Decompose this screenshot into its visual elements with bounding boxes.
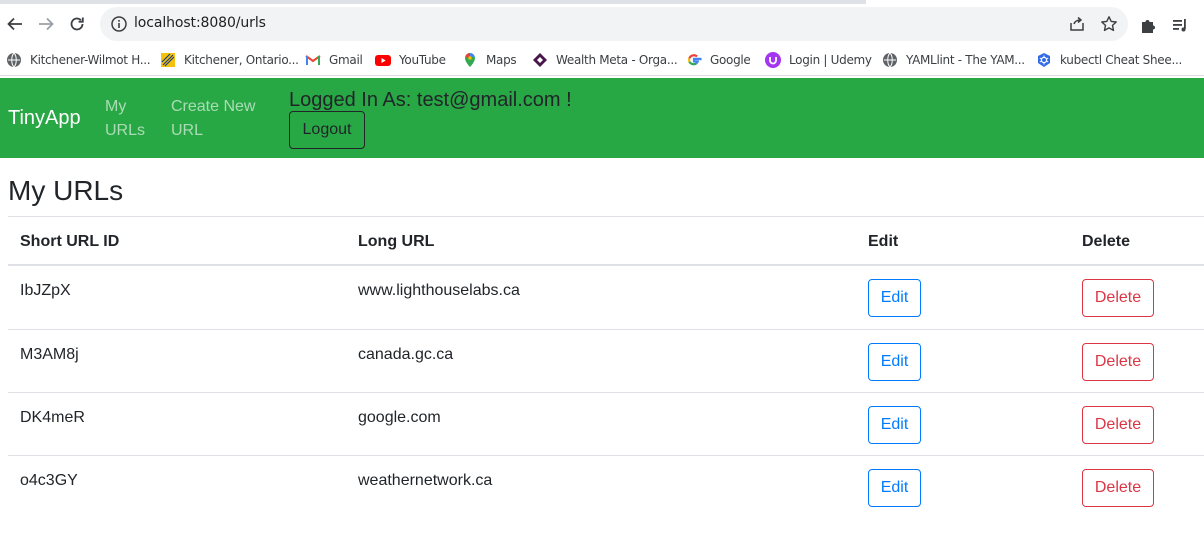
maps-pin-icon bbox=[462, 52, 478, 68]
youtube-icon bbox=[375, 52, 391, 68]
forward-button[interactable] bbox=[32, 10, 60, 38]
urls-table: Short URL ID Long URL Edit Delete IbJZpX… bbox=[8, 216, 1204, 518]
delete-button[interactable]: Delete bbox=[1082, 279, 1154, 317]
kubernetes-icon bbox=[1036, 52, 1052, 68]
table-row: M3AM8j canada.gc.ca Edit Delete bbox=[8, 329, 1204, 392]
logged-in-status: Logged In As: test@gmail.com ! bbox=[289, 89, 572, 111]
column-header-long-url: Long URL bbox=[358, 233, 435, 250]
back-button[interactable] bbox=[1, 10, 29, 38]
edit-button[interactable]: Edit bbox=[868, 343, 921, 381]
long-url: canada.gc.ca bbox=[358, 346, 454, 363]
bookmark-label: Wealth Meta - Orga... bbox=[556, 53, 678, 67]
bookmark-label: YAMLlint - The YAM... bbox=[906, 53, 1025, 67]
bookmark-label: Maps bbox=[486, 53, 517, 67]
edit-button[interactable]: Edit bbox=[868, 406, 921, 444]
nav-create-new-url[interactable]: Create New URL bbox=[171, 95, 255, 143]
bookmark-udemy[interactable]: Login | Udemy bbox=[765, 50, 872, 70]
bookmark-kitchener-ontario[interactable]: Kitchener, Ontario... bbox=[160, 50, 299, 70]
kitchener-favicon-icon bbox=[160, 52, 176, 68]
arrow-right-icon bbox=[39, 17, 54, 31]
bookmarks-bar: Kitchener-Wilmot H... Kitchener, Ontario… bbox=[0, 44, 1204, 76]
page-title: My URLs bbox=[8, 175, 124, 206]
bookmark-maps[interactable]: Maps bbox=[462, 50, 517, 70]
bookmark-google[interactable]: Google bbox=[686, 50, 751, 70]
globe-icon bbox=[6, 52, 22, 68]
reading-list-icon[interactable] bbox=[1171, 16, 1189, 34]
bookmark-gmail[interactable]: Gmail bbox=[305, 50, 363, 70]
bookmark-youtube[interactable]: YouTube bbox=[375, 50, 446, 70]
wealth-meta-icon bbox=[532, 52, 548, 68]
delete-button[interactable]: Delete bbox=[1082, 406, 1154, 444]
table-row: IbJZpX www.lighthouselabs.ca Edit Delete bbox=[8, 266, 1204, 329]
table-row: o4c3GY weathernetwork.ca Edit Delete bbox=[8, 455, 1204, 518]
short-url-id: M3AM8j bbox=[20, 346, 79, 363]
arrow-left-icon bbox=[7, 17, 22, 31]
edit-button[interactable]: Edit bbox=[868, 279, 921, 317]
bookmark-label: Kitchener-Wilmot H... bbox=[30, 53, 151, 67]
app-navbar: TinyApp My URLs Create New URL Logged In… bbox=[0, 78, 1204, 158]
nav-create-line1: Create New bbox=[171, 98, 256, 115]
short-url-id: IbJZpX bbox=[20, 282, 71, 299]
bookmark-label: Kitchener, Ontario... bbox=[184, 53, 299, 67]
bookmark-label: YouTube bbox=[399, 53, 446, 67]
table-header-row: Short URL ID Long URL Edit Delete bbox=[8, 216, 1204, 266]
info-icon[interactable] bbox=[110, 15, 128, 33]
bookmark-kitchener-wilmot[interactable]: Kitchener-Wilmot H... bbox=[6, 50, 151, 70]
bookmark-yamllint[interactable]: YAMLlint - The YAM... bbox=[882, 50, 1025, 70]
bookmark-label: Google bbox=[710, 53, 751, 67]
edit-button[interactable]: Edit bbox=[868, 469, 921, 507]
gmail-icon bbox=[305, 52, 321, 68]
brand-link[interactable]: TinyApp bbox=[8, 107, 81, 130]
logout-button[interactable]: Logout bbox=[289, 111, 365, 149]
delete-button[interactable]: Delete bbox=[1082, 343, 1154, 381]
short-url-id: DK4meR bbox=[20, 409, 85, 426]
table-row: DK4meR google.com Edit Delete bbox=[8, 392, 1204, 455]
reload-button[interactable] bbox=[63, 10, 91, 38]
extensions-puzzle-icon[interactable] bbox=[1139, 16, 1157, 34]
short-url-id: o4c3GY bbox=[20, 472, 78, 489]
nav-create-line2: URL bbox=[171, 122, 204, 139]
nav-my-urls-line1: My bbox=[105, 98, 127, 115]
column-header-edit: Edit bbox=[868, 233, 899, 250]
bookmark-kubectl[interactable]: kubectl Cheat Shee... bbox=[1036, 50, 1182, 70]
nav-my-urls[interactable]: My URLs bbox=[105, 95, 145, 143]
bookmark-wealth-meta[interactable]: Wealth Meta - Orga... bbox=[532, 50, 678, 70]
bookmark-label: Login | Udemy bbox=[789, 53, 872, 67]
long-url: weathernetwork.ca bbox=[358, 472, 493, 489]
google-icon bbox=[686, 52, 702, 68]
browser-toolbar: localhost:8080/urls bbox=[0, 4, 1204, 44]
bookmark-label: kubectl Cheat Shee... bbox=[1060, 53, 1183, 67]
url-text[interactable]: localhost:8080/urls bbox=[134, 15, 266, 31]
column-header-short-url-id: Short URL ID bbox=[20, 233, 120, 250]
udemy-icon bbox=[765, 52, 781, 68]
delete-button[interactable]: Delete bbox=[1082, 469, 1154, 507]
reload-icon bbox=[70, 17, 84, 31]
address-bar[interactable]: localhost:8080/urls bbox=[100, 7, 1128, 41]
long-url: www.lighthouselabs.ca bbox=[358, 282, 520, 299]
column-header-delete: Delete bbox=[1082, 233, 1131, 250]
share-icon[interactable] bbox=[1068, 15, 1086, 33]
star-icon[interactable] bbox=[1100, 15, 1118, 33]
globe-icon bbox=[882, 52, 898, 68]
nav-my-urls-line2: URLs bbox=[105, 122, 146, 139]
bookmark-label: Gmail bbox=[329, 53, 363, 67]
long-url: google.com bbox=[358, 409, 441, 426]
